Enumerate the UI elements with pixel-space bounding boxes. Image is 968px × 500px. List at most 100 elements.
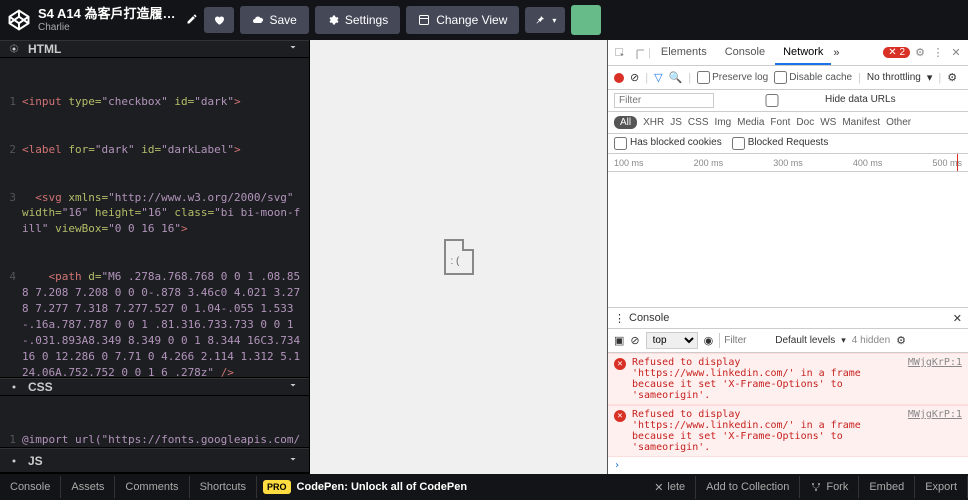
- type-media[interactable]: Media: [737, 117, 764, 128]
- console-filter-input[interactable]: [719, 333, 769, 348]
- settings-label: Settings: [345, 13, 388, 27]
- like-button[interactable]: [204, 7, 234, 33]
- type-all[interactable]: All: [614, 116, 637, 129]
- resource-type-filters: All XHR JS CSS Img Media Font Doc WS Man…: [608, 112, 968, 134]
- type-other[interactable]: Other: [886, 117, 911, 128]
- html-panel-header[interactable]: HTML: [0, 40, 309, 58]
- network-toolbar: ⊘ | ▽ 🔍 | Preserve log Disable cache | N…: [608, 66, 968, 90]
- source-link[interactable]: MWjgKrP:1: [908, 357, 962, 401]
- gear-icon[interactable]: ⚙: [912, 45, 928, 61]
- pin-icon: [534, 14, 546, 26]
- gear-icon[interactable]: [6, 379, 22, 395]
- filter-input[interactable]: [614, 93, 714, 108]
- network-timeline[interactable]: 100 ms 200 ms 300 ms 400 ms 500 ms: [608, 154, 968, 172]
- pen-title: S4 A14 為客戶打造履…: [38, 7, 176, 21]
- hide-data-urls-checkbox[interactable]: Hide data URLs: [722, 94, 896, 107]
- change-view-label: Change View: [436, 13, 507, 27]
- css-panel-header[interactable]: CSS: [0, 378, 309, 396]
- edit-title-icon[interactable]: [186, 13, 198, 28]
- gear-icon: [327, 14, 339, 26]
- hidden-count: 4 hidden: [852, 335, 890, 346]
- search-icon[interactable]: 🔍: [669, 71, 683, 84]
- levels-select[interactable]: Default levels: [775, 335, 835, 346]
- close-icon[interactable]: ✕: [953, 312, 962, 325]
- console-error-message[interactable]: ✕ Refused to display 'https://www.linked…: [608, 353, 968, 405]
- js-panel-header[interactable]: JS: [0, 448, 309, 473]
- gear-icon[interactable]: ⚙: [947, 71, 957, 84]
- blocked-requests-checkbox[interactable]: Blocked Requests: [732, 137, 829, 150]
- console-drawer-header[interactable]: ⋮Console ✕: [608, 307, 968, 329]
- gear-icon[interactable]: [6, 453, 22, 469]
- type-manifest[interactable]: Manifest: [842, 117, 880, 128]
- codepen-logo[interactable]: [6, 7, 32, 33]
- console-prompt[interactable]: ›: [608, 457, 968, 474]
- html-label: HTML: [28, 42, 61, 56]
- settings-button[interactable]: Settings: [315, 6, 400, 34]
- tab-console[interactable]: Console: [717, 41, 773, 65]
- sidebar-icon[interactable]: ▣: [614, 334, 624, 347]
- type-img[interactable]: Img: [714, 117, 731, 128]
- footer-export[interactable]: Export: [915, 476, 968, 498]
- type-ws[interactable]: WS: [820, 117, 836, 128]
- gear-icon[interactable]: [6, 41, 22, 57]
- footer-console[interactable]: Console: [0, 476, 61, 498]
- footer-add-collection[interactable]: Add to Collection: [696, 476, 800, 498]
- gear-icon[interactable]: ⚙: [896, 334, 906, 347]
- save-label: Save: [270, 13, 297, 27]
- cloud-icon: [252, 14, 264, 26]
- blocked-cookies-checkbox[interactable]: Has blocked cookies: [614, 137, 722, 150]
- js-label: JS: [28, 454, 43, 468]
- footer-assets[interactable]: Assets: [61, 476, 115, 498]
- clear-icon[interactable]: ⊘: [630, 71, 639, 84]
- type-xhr[interactable]: XHR: [643, 117, 664, 128]
- device-icon[interactable]: [630, 45, 646, 61]
- error-icon: ✕: [614, 410, 626, 422]
- change-view-button[interactable]: Change View: [406, 6, 519, 34]
- context-select[interactable]: top: [646, 332, 698, 349]
- type-doc[interactable]: Doc: [796, 117, 814, 128]
- blocked-row: Has blocked cookies Blocked Requests: [608, 134, 968, 154]
- preview-pane: : (: [310, 40, 608, 474]
- chevron-down-icon[interactable]: [287, 453, 303, 469]
- source-link[interactable]: MWjgKrP:1: [908, 409, 962, 453]
- pen-title-block[interactable]: S4 A14 為客戶打造履… Charlie: [38, 7, 176, 32]
- filter-icon[interactable]: ▽: [654, 71, 662, 84]
- html-panel: HTML 1<input type="checkbox" id="dark"> …: [0, 40, 309, 378]
- more-icon[interactable]: ⋮: [930, 45, 946, 61]
- inspect-icon[interactable]: [612, 45, 628, 61]
- css-code-editor[interactable]: 1@import url("https://fonts.googleapis.c…: [0, 396, 309, 447]
- disable-cache-checkbox[interactable]: Disable cache: [774, 71, 852, 84]
- close-icon[interactable]: ✕: [948, 45, 964, 61]
- chevron-down-icon[interactable]: [287, 41, 303, 57]
- tab-elements[interactable]: Elements: [653, 41, 715, 65]
- eye-icon[interactable]: ◉: [704, 334, 714, 347]
- type-css[interactable]: CSS: [688, 117, 709, 128]
- save-button[interactable]: Save: [240, 6, 309, 34]
- html-code-editor[interactable]: 1<input type="checkbox" id="dark"> 2<lab…: [0, 58, 309, 377]
- network-filter-row: Hide data URLs: [608, 90, 968, 112]
- fork-icon: [810, 481, 822, 493]
- footer-delete[interactable]: ✕lete: [644, 476, 696, 499]
- devtools-panel: | Elements Console Network » ✕ 2 ⚙ ⋮ ✕ ⊘…: [608, 40, 968, 474]
- preserve-log-checkbox[interactable]: Preserve log: [697, 71, 768, 84]
- promo-text[interactable]: CodePen: Unlock all of CodePen: [297, 481, 645, 493]
- pin-button[interactable]: ▾: [525, 7, 565, 33]
- clear-icon[interactable]: ⊘: [630, 334, 639, 347]
- footer-shortcuts[interactable]: Shortcuts: [190, 476, 257, 498]
- console-messages: ✕ Refused to display 'https://www.linked…: [608, 353, 968, 474]
- app-header: S4 A14 為客戶打造履… Charlie Save Settings Cha…: [0, 0, 968, 40]
- broken-image-icon: : (: [444, 239, 474, 275]
- footer-fork[interactable]: Fork: [800, 476, 859, 498]
- app-footer: Console Assets Comments Shortcuts PRO Co…: [0, 474, 968, 500]
- type-js[interactable]: JS: [670, 117, 682, 128]
- type-font[interactable]: Font: [770, 117, 790, 128]
- tab-network[interactable]: Network: [775, 41, 831, 65]
- throttling-select[interactable]: No throttling: [867, 72, 921, 83]
- user-avatar[interactable]: [571, 5, 601, 35]
- chevron-down-icon[interactable]: [287, 379, 303, 395]
- console-error-message[interactable]: ✕ Refused to display 'https://www.linked…: [608, 405, 968, 457]
- footer-embed[interactable]: Embed: [859, 476, 915, 498]
- error-count-badge[interactable]: ✕ 2: [883, 47, 910, 58]
- footer-comments[interactable]: Comments: [115, 476, 189, 498]
- record-icon[interactable]: [614, 73, 624, 83]
